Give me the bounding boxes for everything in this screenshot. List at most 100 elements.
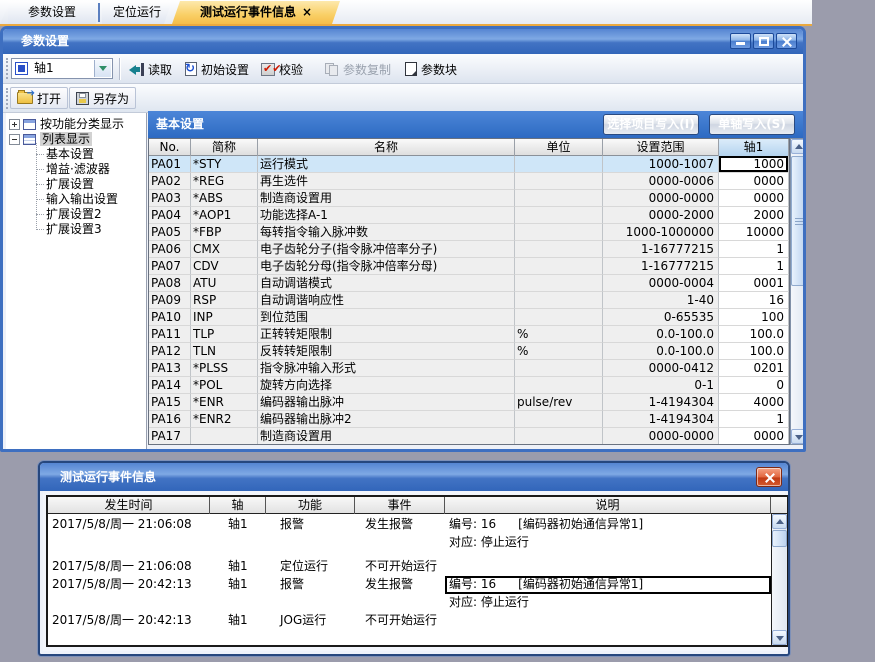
cell-time: 2017/5/8/周一 20:42:13	[48, 612, 210, 630]
expand-plus-icon[interactable]	[9, 119, 20, 130]
axis-select-combobox[interactable]: 轴1	[11, 58, 113, 79]
open-button[interactable]: ➔ 打开	[10, 87, 68, 109]
axis1-value-cell[interactable]: 0000	[719, 428, 789, 445]
tab-test-run-event-info[interactable]: 测试运行事件信息×	[172, 1, 340, 24]
parameter-table-header: No.简称名称单位设置范围轴1	[149, 139, 789, 156]
cell-name: 运行模式	[258, 156, 515, 173]
axis1-value-cell[interactable]: 0201	[719, 360, 789, 377]
save-as-button[interactable]: 另存为	[69, 87, 136, 109]
verify-button[interactable]: ✔✔ 校验	[257, 57, 307, 81]
dialog-close-button[interactable]	[756, 467, 782, 487]
param-row-PA02[interactable]: PA02*REG再生选件0000-00060000	[149, 173, 789, 190]
tree-item-0[interactable]: 基本设置	[6, 147, 146, 162]
cell-abbr: TLP	[191, 326, 258, 343]
cell-unit	[515, 377, 603, 394]
cell-name: 电子齿轮分子(指令脉冲倍率分子)	[258, 241, 515, 258]
event-row-2[interactable]: 2017/5/8/周一 20:42:13轴1报警发生报警编号: 16[编码器初始…	[48, 576, 771, 594]
axis1-value-cell[interactable]: 0000	[719, 173, 789, 190]
axis1-value-cell[interactable]: 4000	[719, 394, 789, 411]
list-grid-icon	[23, 134, 36, 145]
arrow-up-icon	[795, 144, 803, 149]
close-button[interactable]	[776, 33, 797, 49]
param-row-PA12[interactable]: PA12TLN反转转矩限制%0.0-100.0100.0	[149, 343, 789, 360]
read-button[interactable]: 读取	[125, 57, 176, 81]
axis1-value-cell[interactable]: 1	[719, 241, 789, 258]
tree-item-1[interactable]: 增益·滤波器	[6, 162, 146, 177]
dialog-vertical-scrollbar[interactable]	[771, 514, 787, 645]
table-vertical-scrollbar[interactable]	[790, 138, 806, 445]
axis1-value-cell[interactable]: 100	[719, 309, 789, 326]
event-row-0[interactable]: 2017/5/8/周一 21:06:08轴1报警发生报警编号: 16[编码器初始…	[48, 516, 771, 534]
axis1-value-cell[interactable]: 1	[719, 411, 789, 428]
event-table: 发生时间轴功能事件说明 2017/5/8/周一 21:06:08轴1报警发生报警…	[46, 495, 789, 647]
scrollbar-thumb[interactable]	[772, 530, 787, 547]
param-row-PA10[interactable]: PA10INP到位范围0-65535100	[149, 309, 789, 326]
param-row-PA16[interactable]: PA16*ENR2编码器输出脉冲21-41943041	[149, 411, 789, 428]
tab-param-settings[interactable]: 参数设置	[8, 1, 96, 24]
param-block-button[interactable]: 参数块	[401, 57, 461, 81]
tab-separator	[98, 3, 100, 22]
tree-item-2[interactable]: 扩展设置	[6, 177, 146, 192]
axis1-value-cell[interactable]: 10000	[719, 224, 789, 241]
axis1-value-cell[interactable]: 100.0	[719, 343, 789, 360]
scrollbar-thumb[interactable]	[791, 156, 806, 286]
param-row-PA11[interactable]: PA11TLP正转转矩限制%0.0-100.0100.0	[149, 326, 789, 343]
minimize-button[interactable]	[730, 33, 751, 49]
axis1-value-cell[interactable]: 0001	[719, 275, 789, 292]
scroll-up-button[interactable]	[772, 514, 787, 529]
axis1-value-cell[interactable]: 0	[719, 377, 789, 394]
cell-axis: 轴1	[210, 576, 266, 594]
event-row-1[interactable]: 2017/5/8/周一 21:06:08轴1定位运行不可开始运行	[48, 558, 771, 576]
cell-unit	[515, 309, 603, 326]
param-row-PA15[interactable]: PA15*ENR编码器输出脉冲pulse/rev1-41943044000	[149, 394, 789, 411]
combo-dropdown-button[interactable]	[94, 60, 111, 77]
tree-item-5[interactable]: 扩展设置3	[6, 222, 146, 237]
param-row-PA06[interactable]: PA06CMX电子齿轮分子(指令脉冲倍率分子)1-167772151	[149, 241, 789, 258]
cell-event: 发生报警	[355, 516, 445, 534]
param-row-PA08[interactable]: PA08ATU自动调谐模式0000-00040001	[149, 275, 789, 292]
collapse-minus-icon[interactable]	[9, 134, 20, 145]
tab-positioning-run[interactable]: 定位运行	[102, 1, 172, 24]
window-controls	[730, 33, 797, 49]
maximize-button[interactable]	[753, 33, 774, 49]
cell-description[interactable]: 编号: 16[编码器初始通信异常1]	[445, 576, 771, 594]
cell-unit	[515, 241, 603, 258]
arrow-up-icon	[776, 519, 784, 524]
axis1-value-cell[interactable]: 0000	[719, 190, 789, 207]
param-row-PA07[interactable]: PA07CDV电子齿轮分母(指令脉冲倍率分母)1-167772151	[149, 258, 789, 275]
tree-item-3[interactable]: 输入输出设置	[6, 192, 146, 207]
param-row-PA14[interactable]: PA14*POL旋转方向选择0-10	[149, 377, 789, 394]
event-row-3[interactable]: 2017/5/8/周一 20:42:13轴1JOG运行不可开始运行	[48, 612, 771, 630]
axis1-value-cell[interactable]: 16	[719, 292, 789, 309]
tree-root-list-view[interactable]: 列表显示	[6, 132, 146, 147]
cell-name: 编码器输出脉冲2	[258, 411, 515, 428]
cell-no: PA07	[149, 258, 191, 275]
scroll-down-button[interactable]	[791, 429, 806, 444]
axis1-value-cell[interactable]: 100.0	[719, 326, 789, 343]
initial-setup-button[interactable]: ↻ 初始设置	[181, 57, 253, 81]
tree-item-4[interactable]: 扩展设置2	[6, 207, 146, 222]
param-block-icon	[405, 62, 417, 76]
cell-range: 1000-1007	[603, 156, 719, 173]
param-row-PA03[interactable]: PA03*ABS制造商设置用0000-00000000	[149, 190, 789, 207]
param-row-PA04[interactable]: PA04*AOP1功能选择A-10000-20002000	[149, 207, 789, 224]
cell-abbr: *ENR	[191, 394, 258, 411]
axis1-value-cell[interactable]: 1	[719, 258, 789, 275]
param-row-PA05[interactable]: PA05*FBP每转指令输入脉冲数1000-100000010000	[149, 224, 789, 241]
scroll-down-button[interactable]	[772, 630, 787, 645]
param-row-PA13[interactable]: PA13*PLSS指令脉冲输入形式0000-04120201	[149, 360, 789, 377]
col-name: 名称	[258, 139, 515, 156]
scroll-up-button[interactable]	[791, 139, 806, 154]
axis1-value-cell[interactable]: 2000	[719, 207, 789, 224]
param-row-PA09[interactable]: PA09RSP自动调谐响应性1-4016	[149, 292, 789, 309]
tree-root-by-function[interactable]: 按功能分类显示	[6, 117, 146, 132]
parameter-rows: PA01*STY运行模式1000-10071000PA02*REG再生选件000…	[149, 156, 789, 445]
write-selected-items-button[interactable]: 选择项目写入(I)	[603, 114, 699, 135]
write-single-axis-button[interactable]: 单轴写入(S)	[709, 114, 795, 135]
param-row-PA01[interactable]: PA01*STY运行模式1000-10071000	[149, 156, 789, 173]
cell-unit	[515, 173, 603, 190]
param-row-PA17[interactable]: PA17制造商设置用0000-00000000	[149, 428, 789, 445]
axis1-value-cell[interactable]: 1000	[719, 156, 789, 173]
tab-close-icon[interactable]: ×	[302, 1, 312, 24]
cell-axis: 轴1	[210, 516, 266, 534]
